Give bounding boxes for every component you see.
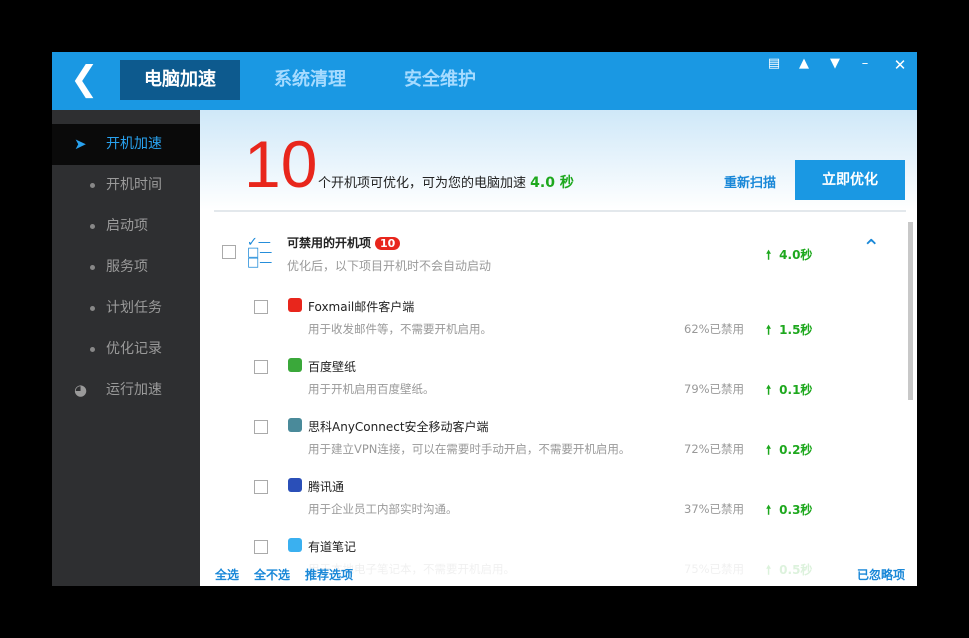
group-subtitle: 优化后，以下项目开机时不会自动启动	[287, 259, 492, 273]
arrow-up-icon: 🠕	[766, 248, 772, 262]
item-desc: 用于企业员工内部实时沟通。	[308, 502, 458, 516]
tab-security[interactable]: 安全维护	[380, 60, 500, 100]
menu-icon[interactable]: ▼	[825, 56, 845, 71]
item-name: 思科AnyConnect安全移动客户端	[308, 420, 489, 434]
summary-label: 个开机项可优化，可为您的电脑加速	[318, 176, 527, 191]
skin-icon[interactable]: ▲	[794, 56, 814, 71]
item-checkbox[interactable]	[254, 360, 268, 374]
divider	[214, 210, 906, 212]
item-checkbox[interactable]	[254, 420, 268, 434]
summary-time: 4.0 秒	[530, 175, 574, 191]
item-checkbox[interactable]	[254, 480, 268, 494]
item-name: 有道笔记	[308, 540, 357, 554]
select-all-link[interactable]: 全选	[215, 566, 239, 583]
item-speed: 🠕 0.2秒	[766, 441, 812, 462]
startup-item: Foxmail邮件客户端 用于收发邮件等，不需要开机启用。 62%已禁用 🠕 1.…	[200, 290, 917, 350]
speed-value: 0.1秒	[779, 383, 813, 397]
recommended-link[interactable]: 推荐选项	[305, 566, 353, 583]
startup-item: 百度壁纸 用于开机启用百度壁纸。 79%已禁用 🠕 0.1秒	[200, 350, 917, 410]
speed-value: 0.2秒	[779, 443, 813, 457]
item-speed: 🠕 1.5秒	[766, 321, 812, 342]
sidebar-item-label: 启动项	[106, 218, 148, 234]
optimizable-count: 10	[244, 127, 318, 201]
sidebar-item-startup[interactable]: 启动项	[52, 206, 200, 247]
sidebar-item-label: 运行加速	[106, 382, 162, 398]
group-title-text: 可禁用的开机项	[287, 236, 372, 250]
app-icon	[288, 478, 302, 492]
item-speed: 🠕 0.1秒	[766, 381, 812, 402]
sidebar-item-label: 开机加速	[106, 136, 162, 152]
main-panel: 10 个开机项可优化，可为您的电脑加速 4.0 秒 重新扫描 立即优化 ✓— □—…	[200, 110, 917, 586]
bullet-icon	[90, 183, 95, 188]
bullet-icon	[90, 347, 95, 352]
app-icon	[288, 418, 302, 432]
item-checkbox[interactable]	[254, 300, 268, 314]
rocket-icon: ➤	[74, 135, 87, 153]
group-checkbox[interactable]	[222, 245, 236, 259]
optimize-button[interactable]: 立即优化	[795, 160, 905, 200]
tab-pc-speedup[interactable]: 电脑加速	[120, 60, 240, 100]
rescan-link[interactable]: 重新扫描	[724, 172, 776, 191]
scrollbar[interactable]	[908, 222, 913, 400]
back-icon[interactable]: ❮	[70, 62, 100, 98]
item-desc: 用于收发邮件等，不需要开机启用。	[308, 322, 492, 336]
item-name: 百度壁纸	[308, 360, 357, 374]
item-speed: 🠕 0.3秒	[766, 501, 812, 522]
app-window: ❮ 电脑加速 系统清理 安全维护 ▤ ▲ ▼ – ✕ ➤ 开机加速 开机时间 启动…	[52, 52, 917, 586]
item-disabled-pct: 79%已禁用	[684, 382, 745, 396]
startup-item: 思科AnyConnect安全移动客户端 用于建立VPN连接，可以在需要时手动开启…	[200, 410, 917, 470]
feedback-icon[interactable]: ▤	[764, 56, 784, 71]
item-desc: 用于建立VPN连接，可以在需要时手动开启，不需要开机启用。	[308, 442, 631, 456]
footer: 全选 全不选 推荐选项 已忽略项	[200, 558, 917, 586]
checklist-icon: ✓— □— □—	[247, 235, 273, 270]
arrow-up-icon: 🠕	[766, 503, 772, 517]
header: ❮ 电脑加速 系统清理 安全维护 ▤ ▲ ▼ – ✕	[52, 52, 917, 110]
item-disabled-pct: 62%已禁用	[684, 322, 745, 336]
sidebar-item-label: 开机时间	[106, 177, 162, 193]
item-name: 腾讯通	[308, 480, 345, 494]
item-desc: 用于开机启用百度壁纸。	[308, 382, 435, 396]
speed-value: 1.5秒	[779, 323, 813, 337]
sidebar-item-boot-speedup[interactable]: ➤ 开机加速	[52, 124, 200, 165]
sidebar-item-label: 计划任务	[106, 300, 162, 316]
close-icon[interactable]: ✕	[890, 56, 910, 74]
tab-system-clean[interactable]: 系统清理	[250, 60, 370, 100]
sidebar-item-label: 优化记录	[106, 341, 162, 357]
bullet-icon	[90, 306, 95, 311]
item-checkbox[interactable]	[254, 540, 268, 554]
item-name: Foxmail邮件客户端	[308, 300, 415, 314]
sidebar-item-run-speedup[interactable]: ◕ 运行加速	[52, 370, 200, 411]
collapse-chevron-icon[interactable]: ⌃	[862, 236, 880, 261]
minimize-icon[interactable]: –	[855, 56, 875, 71]
sidebar-item-history[interactable]: 优化记录	[52, 329, 200, 370]
bullet-icon	[90, 265, 95, 270]
sidebar-item-tasks[interactable]: 计划任务	[52, 288, 200, 329]
sidebar-item-label: 服务项	[106, 259, 148, 275]
speed-value: 4.0秒	[779, 248, 813, 262]
group-title: 可禁用的开机项 10	[287, 234, 401, 251]
startup-item: 腾讯通 用于企业员工内部实时沟通。 37%已禁用 🠕 0.3秒	[200, 470, 917, 530]
app-icon	[288, 298, 302, 312]
sidebar-item-services[interactable]: 服务项	[52, 247, 200, 288]
select-none-link[interactable]: 全不选	[254, 566, 290, 583]
app-icon	[288, 358, 302, 372]
bullet-icon	[90, 224, 95, 229]
sidebar-item-boot-time[interactable]: 开机时间	[52, 165, 200, 206]
summary-text: 个开机项可优化，可为您的电脑加速 4.0 秒	[318, 172, 574, 192]
speedometer-icon: ◕	[74, 381, 88, 399]
arrow-up-icon: 🠕	[766, 383, 772, 397]
group-speed: 🠕 4.0秒	[766, 246, 812, 267]
count-badge: 10	[375, 237, 401, 250]
item-disabled-pct: 72%已禁用	[684, 442, 745, 456]
arrow-up-icon: 🠕	[766, 323, 772, 337]
arrow-up-icon: 🠕	[766, 443, 772, 457]
sidebar: ➤ 开机加速 开机时间 启动项 服务项 计划任务 优化记录 ◕ 运行加速	[52, 110, 200, 586]
item-disabled-pct: 37%已禁用	[684, 502, 745, 516]
speed-value: 0.3秒	[779, 503, 813, 517]
app-icon	[288, 538, 302, 552]
ignored-items-link[interactable]: 已忽略项	[857, 566, 905, 583]
